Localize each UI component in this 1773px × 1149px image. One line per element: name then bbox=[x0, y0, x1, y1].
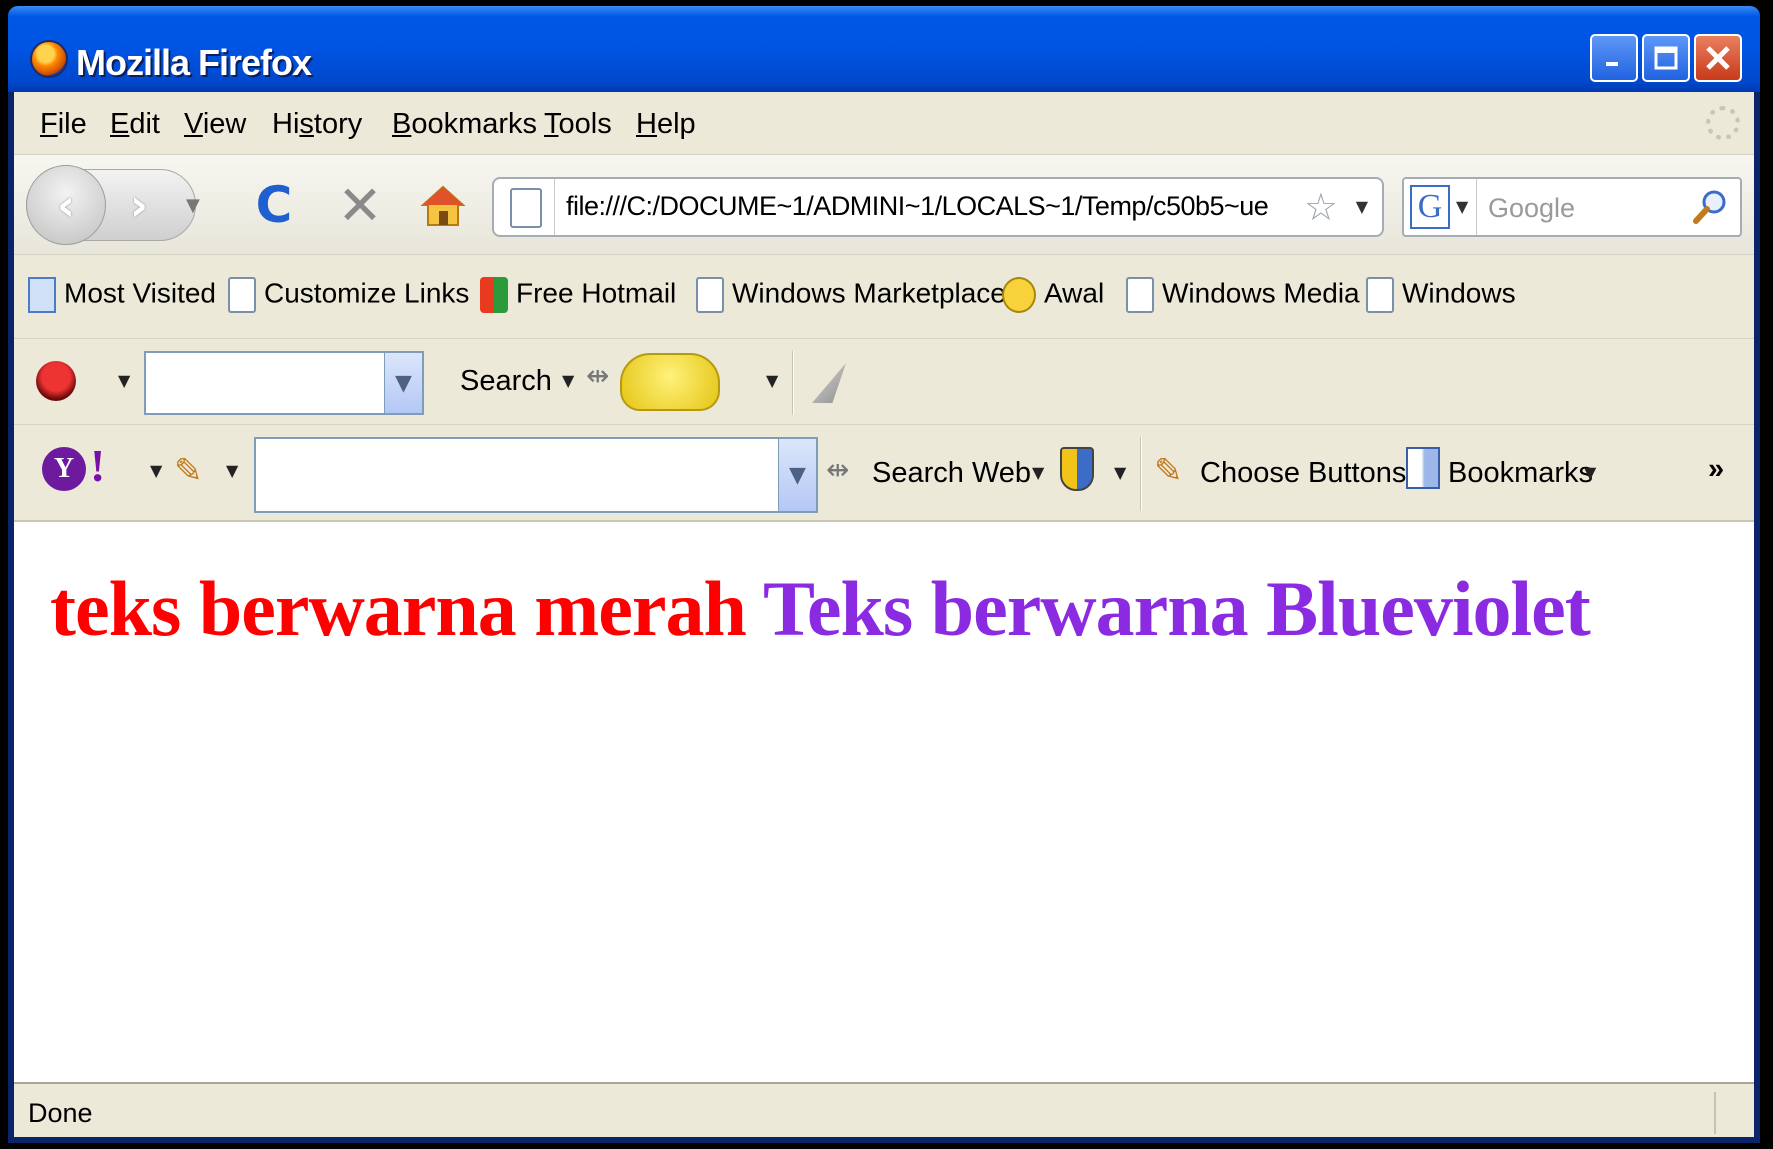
page-icon bbox=[1366, 277, 1394, 313]
forward-button[interactable]: › bbox=[109, 177, 169, 233]
back-arrow-icon: ‹ bbox=[56, 179, 76, 231]
search-placeholder[interactable]: Google bbox=[1488, 193, 1575, 224]
status-text: Done bbox=[28, 1098, 93, 1128]
red-text: teks berwarna merah bbox=[50, 565, 747, 652]
home-button[interactable] bbox=[418, 181, 468, 231]
search-magnifier-icon[interactable] bbox=[1690, 187, 1730, 227]
browser-frame: File Edit View History Bookmarks Tools H… bbox=[14, 92, 1754, 1137]
forward-arrow-icon: › bbox=[129, 179, 149, 231]
firefox-logo-icon bbox=[30, 40, 68, 78]
bookmark-free-hotmail[interactable]: Free Hotmail bbox=[480, 277, 676, 313]
history-dropdown-button[interactable]: ▼ bbox=[186, 195, 200, 216]
pencil-icon[interactable]: ✎ bbox=[174, 451, 203, 491]
choose-buttons-button[interactable]: Choose Buttons bbox=[1200, 457, 1406, 490]
back-button[interactable]: ‹ bbox=[26, 165, 106, 245]
yahoo-logo-icon[interactable]: Y bbox=[42, 447, 86, 491]
home-icon bbox=[420, 185, 466, 226]
menu-edit[interactable]: Edit bbox=[110, 108, 160, 141]
menu-file[interactable]: File bbox=[40, 108, 87, 141]
smiley-mascot-icon[interactable] bbox=[620, 353, 720, 411]
stop-button[interactable]: ✕ bbox=[330, 173, 390, 237]
minimize-button[interactable] bbox=[1590, 34, 1638, 82]
title-bar[interactable]: Mozilla Firefox bbox=[8, 6, 1760, 92]
toolbar1-search-dropdown[interactable]: ▼ bbox=[562, 371, 574, 390]
navigation-toolbar: ‹ › ▼ C ✕ file:///C:/DOCUME~1/ADMINI~1/L… bbox=[14, 154, 1754, 254]
monkey-icon[interactable] bbox=[36, 361, 76, 401]
chevron-down-icon[interactable]: ▼ bbox=[384, 353, 422, 413]
search-box[interactable]: G ▼ Google bbox=[1402, 177, 1742, 237]
close-icon bbox=[1696, 36, 1740, 80]
url-dropdown-button[interactable]: ▼ bbox=[1356, 197, 1368, 216]
content-line: teks berwarna merah Teks berwarna Bluevi… bbox=[50, 564, 1591, 654]
resize-grip-icon[interactable]: ⇹ bbox=[586, 359, 609, 392]
search-web-button[interactable]: Search Web bbox=[872, 457, 1031, 490]
windows-logo-icon bbox=[480, 277, 508, 313]
bookmarks-book-icon bbox=[1406, 447, 1440, 489]
throbber-icon bbox=[1706, 106, 1740, 140]
bookmark-windows-marketplace[interactable]: Windows Marketplace bbox=[696, 277, 1006, 313]
window-title: Mozilla Firefox bbox=[76, 42, 312, 83]
toolbar1-search-button[interactable]: Search bbox=[460, 365, 552, 398]
bookmark-awal[interactable]: Awal bbox=[1002, 277, 1104, 313]
page-content: teks berwarna merah Teks berwarna Bluevi… bbox=[14, 522, 1754, 1082]
resize-grip-icon[interactable] bbox=[1714, 1092, 1750, 1134]
maximize-button[interactable] bbox=[1642, 34, 1690, 82]
pencil-icon: ✎ bbox=[1154, 451, 1183, 491]
bookmark-customize-links[interactable]: Customize Links bbox=[228, 277, 469, 313]
bookmark-star-icon[interactable]: ☆ bbox=[1304, 185, 1338, 229]
yahoo-search-input[interactable]: ▼ bbox=[254, 437, 818, 513]
page-icon bbox=[510, 188, 542, 228]
google-engine-icon[interactable]: G bbox=[1410, 185, 1450, 229]
reload-icon: C bbox=[255, 176, 293, 234]
url-text[interactable]: file:///C:/DOCUME~1/ADMINI~1/LOCALS~1/Te… bbox=[566, 191, 1269, 222]
page-icon bbox=[696, 277, 724, 313]
address-separator bbox=[554, 179, 555, 235]
shield-icon[interactable] bbox=[1060, 447, 1094, 491]
maximize-icon bbox=[1644, 36, 1688, 80]
monkey-dropdown-button[interactable]: ▼ bbox=[118, 371, 130, 390]
yahoo-toolbar: Y ! ▼ ✎ ▼ ▼ ⇹ Search Web ▼ ▼ ✎ Choose Bu… bbox=[14, 424, 1754, 522]
chevron-down-icon[interactable]: ▼ bbox=[778, 439, 816, 511]
menu-bar: File Edit View History Bookmarks Tools H… bbox=[14, 92, 1754, 154]
mascot-dropdown-button[interactable]: ▼ bbox=[766, 371, 778, 390]
bookmark-most-visited[interactable]: Most Visited bbox=[28, 277, 216, 313]
minimize-icon bbox=[1592, 36, 1636, 80]
smiley-icon bbox=[1002, 277, 1036, 313]
stop-icon: ✕ bbox=[337, 173, 383, 237]
resize-grip-icon[interactable]: ⇹ bbox=[826, 453, 849, 486]
blueviolet-text: Teks berwarna Blueviolet bbox=[762, 565, 1591, 652]
yahoo-dropdown-button[interactable]: ▼ bbox=[150, 461, 162, 480]
menu-bookmarks[interactable]: Bookmarks bbox=[392, 108, 537, 141]
addon-toolbar-1: ▼ ▼ Search ▼ ⇹ ▼ bbox=[14, 338, 1754, 424]
menu-tools[interactable]: Tools bbox=[544, 108, 612, 141]
page-icon bbox=[228, 277, 256, 313]
browser-window: Mozilla Firefox File Edit View History B… bbox=[8, 6, 1760, 1143]
bookmark-windows[interactable]: Windows bbox=[1366, 277, 1516, 313]
toolbar-overflow-button[interactable]: » bbox=[1708, 453, 1724, 486]
pencil-dropdown-button[interactable]: ▼ bbox=[226, 461, 238, 480]
bookmarks-dropdown-icon: ▼ bbox=[1584, 463, 1597, 482]
most-visited-icon bbox=[28, 277, 56, 313]
toolbar1-search-input[interactable]: ▼ bbox=[144, 351, 424, 415]
yahoo-exclaim-icon: ! bbox=[90, 440, 106, 491]
shield-dropdown-button[interactable]: ▼ bbox=[1114, 463, 1126, 482]
engine-dropdown-button[interactable]: ▼ bbox=[1456, 197, 1468, 216]
close-button[interactable] bbox=[1694, 34, 1742, 82]
status-bar: Done bbox=[14, 1082, 1754, 1137]
yahoo-bookmarks-button[interactable]: Bookmarks bbox=[1448, 457, 1593, 490]
toolbar-separator bbox=[1140, 437, 1142, 511]
menu-history[interactable]: History bbox=[272, 108, 362, 141]
bookmarks-toolbar: Most Visited Customize Links Free Hotmai… bbox=[14, 254, 1754, 338]
reload-button[interactable]: C bbox=[244, 175, 304, 235]
page-icon bbox=[1126, 277, 1154, 313]
highlighter-icon[interactable] bbox=[812, 363, 846, 403]
menu-view[interactable]: View bbox=[184, 108, 246, 141]
bookmark-windows-media[interactable]: Windows Media bbox=[1126, 277, 1360, 313]
search-web-dropdown[interactable]: ▼ bbox=[1032, 463, 1044, 482]
toolbar-separator bbox=[792, 351, 794, 415]
address-bar[interactable]: file:///C:/DOCUME~1/ADMINI~1/LOCALS~1/Te… bbox=[492, 177, 1384, 237]
menu-help[interactable]: Help bbox=[636, 108, 696, 141]
search-separator bbox=[1476, 179, 1477, 235]
